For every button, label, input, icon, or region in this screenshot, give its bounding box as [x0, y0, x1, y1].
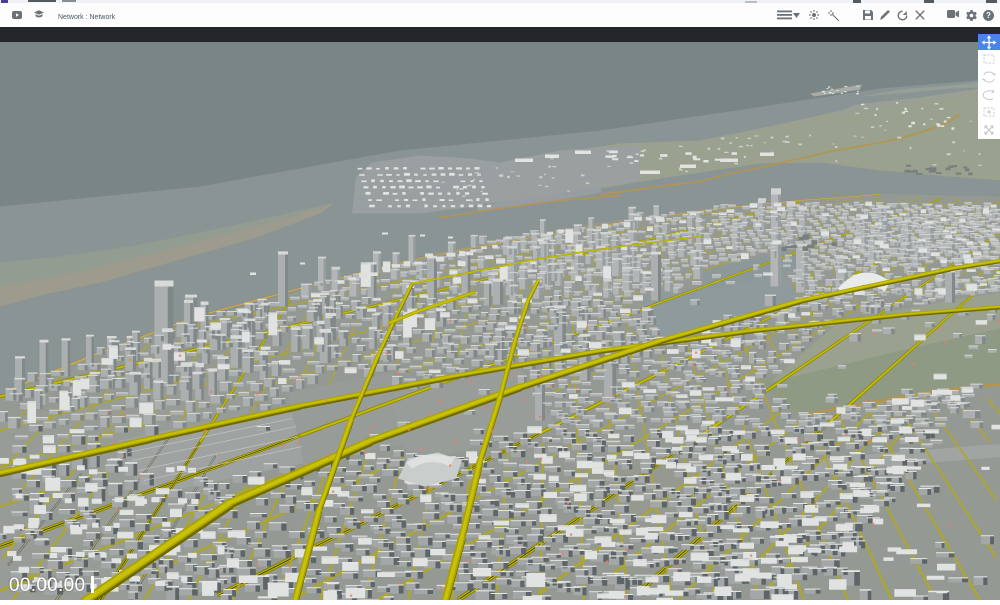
svg-text:?: ? [986, 11, 991, 20]
